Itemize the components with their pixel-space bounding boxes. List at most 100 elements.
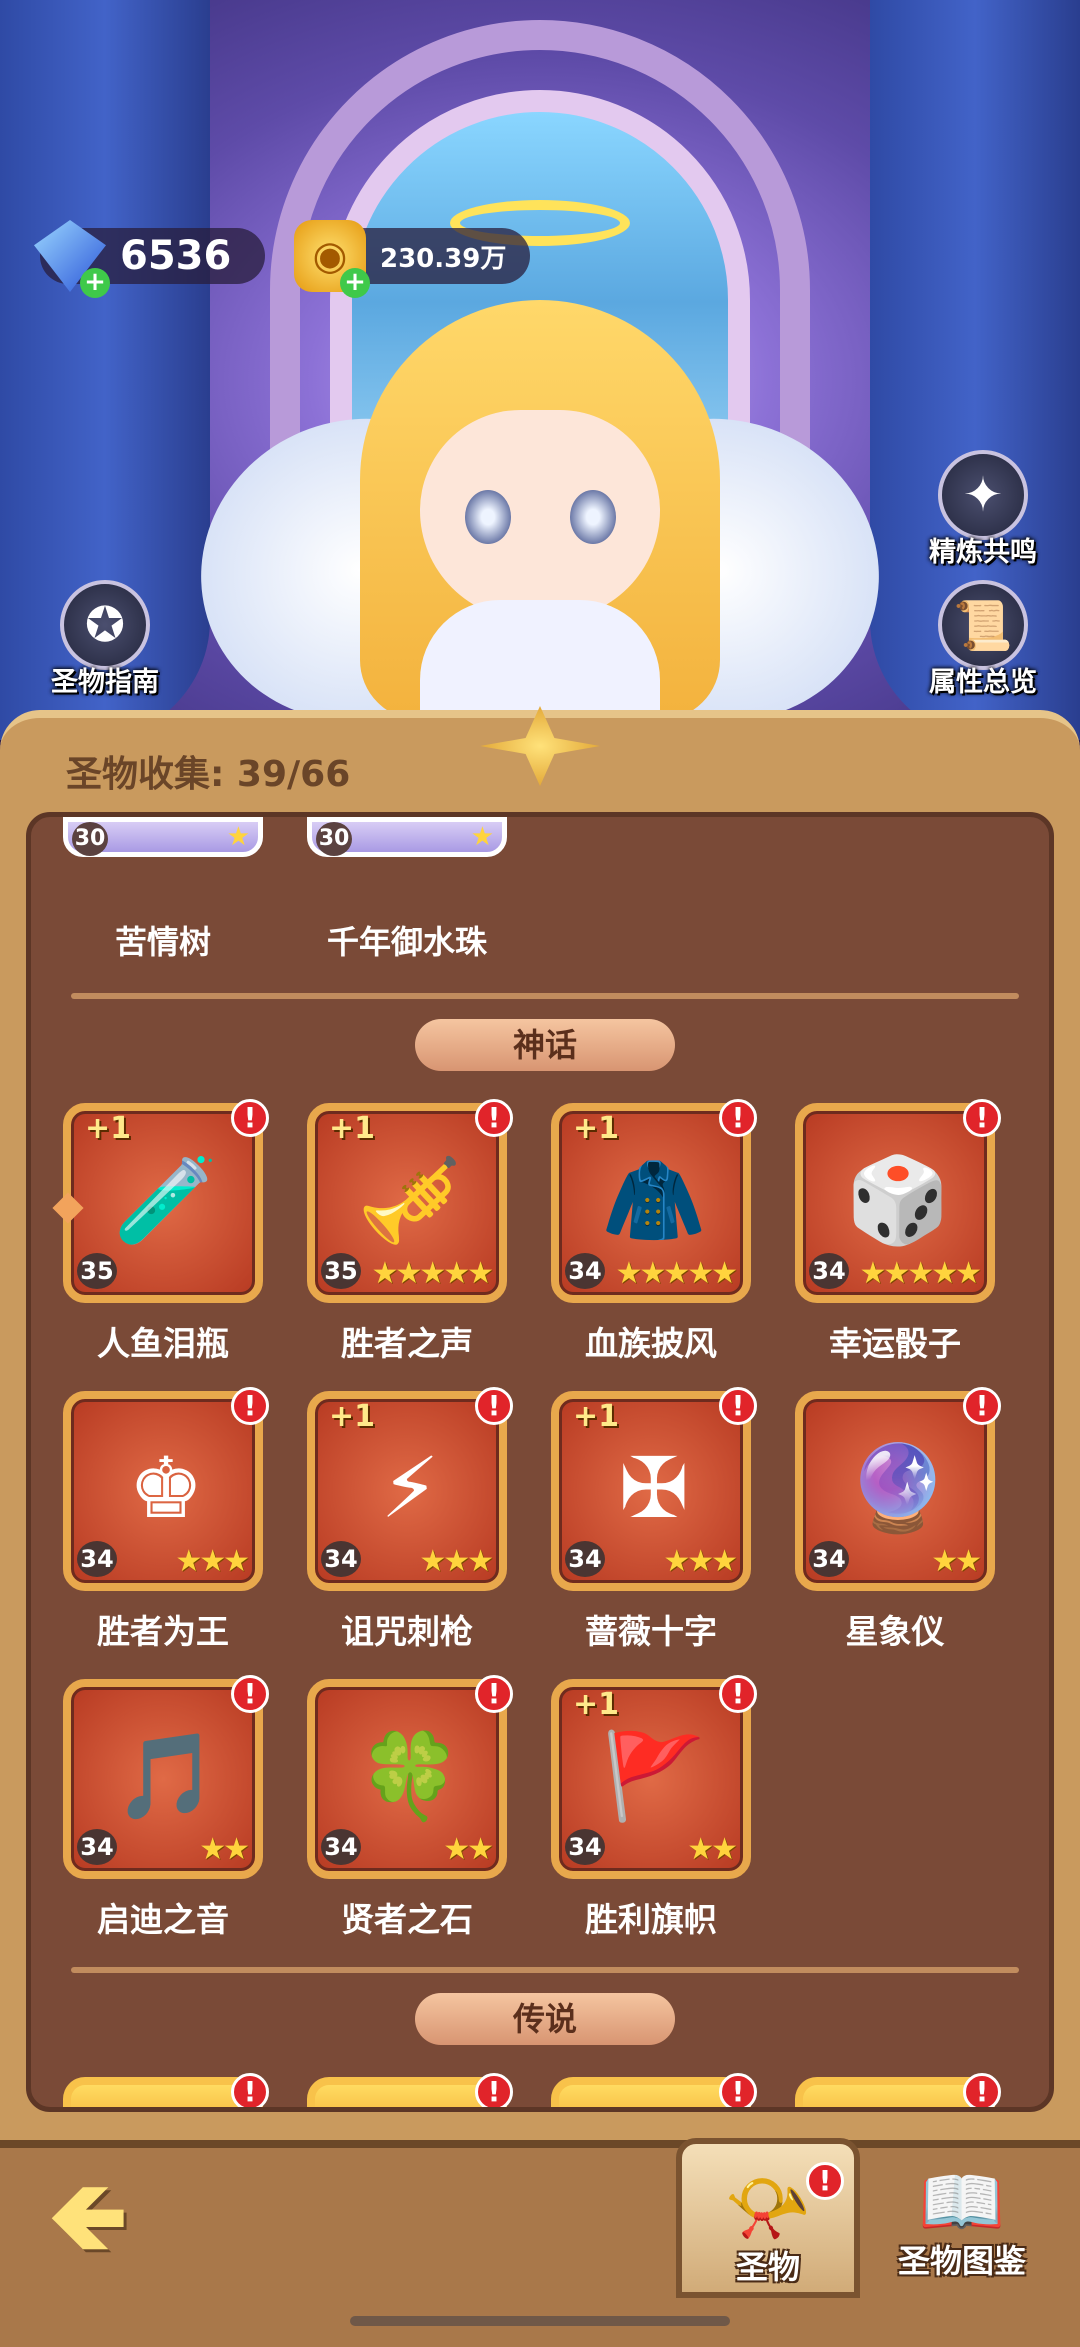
alert-icon: ! bbox=[719, 1099, 757, 1137]
relic-name: 贤者之石 bbox=[341, 1900, 473, 1939]
level-badge: 35 bbox=[321, 1253, 361, 1289]
star-rating: ★★★ bbox=[663, 1544, 738, 1579]
relic-name: 蔷薇十字 bbox=[585, 1612, 717, 1651]
compass-star-icon: ✦ bbox=[938, 450, 1028, 540]
gold-amount: 230.39万 bbox=[380, 243, 507, 274]
relic-card[interactable]: 🎵 ! 34 ★★ bbox=[63, 1675, 269, 1879]
level-badge: 30 bbox=[316, 822, 352, 856]
back-arrow-icon[interactable]: 🡸 bbox=[28, 2160, 148, 2278]
relic-guide-button[interactable]: ✪ 圣物指南 bbox=[30, 580, 180, 699]
level-badge: 34 bbox=[809, 1253, 849, 1289]
level-badge: 34 bbox=[565, 1253, 605, 1289]
star-icon: ★ bbox=[470, 822, 494, 852]
tab-relic-label: 圣物 bbox=[735, 2248, 800, 2286]
bonus-badge: +1 bbox=[85, 1111, 132, 1146]
relic-name: 胜者之声 bbox=[341, 1324, 473, 1363]
alert-icon: ! bbox=[475, 1099, 513, 1137]
relic-card[interactable]: 🎲 ! 34 ★★★★★ bbox=[795, 1099, 1001, 1303]
relic-name: 诅咒刺枪 bbox=[341, 1612, 473, 1651]
relic-card[interactable]: ♚ ! 34 ★★★ bbox=[63, 1387, 269, 1591]
add-gold-icon[interactable]: + bbox=[340, 268, 370, 298]
relic-card-legend[interactable]: ! bbox=[63, 2073, 269, 2107]
level-badge: 34 bbox=[565, 1829, 605, 1865]
tab-relic[interactable]: 📯 圣物 ! bbox=[676, 2138, 860, 2298]
alert-icon: ! bbox=[231, 1675, 269, 1713]
orrery-icon: 🔮 bbox=[845, 1438, 951, 1537]
relic-card[interactable]: ✠ +1 ! 34 ★★★ bbox=[551, 1387, 757, 1591]
relic-card[interactable]: 🧥 +1 ! 34 ★★★★★ bbox=[551, 1099, 757, 1303]
relic-card[interactable]: ⚡ +1 ! 34 ★★★ bbox=[307, 1387, 513, 1591]
relic-card-top-1[interactable]: 30 ★ bbox=[63, 817, 263, 857]
relic-name: 星象仪 bbox=[845, 1612, 945, 1651]
relic-name: 血族披风 bbox=[585, 1324, 717, 1363]
star-rating: ★★★★★ bbox=[859, 1256, 982, 1291]
alert-icon: ! bbox=[231, 1387, 269, 1425]
section-divider bbox=[71, 993, 1019, 999]
relic-name: 苦情树 bbox=[114, 923, 211, 961]
alert-icon: ! bbox=[963, 2073, 1001, 2107]
alert-icon: ! bbox=[475, 1387, 513, 1425]
tab-codex-label: 圣物图鉴 bbox=[897, 2242, 1026, 2280]
relic-card[interactable]: 🍀 ! 34 ★★ bbox=[307, 1675, 513, 1879]
alert-icon: ! bbox=[231, 1099, 269, 1137]
character-eye-left bbox=[465, 490, 511, 544]
level-badge: 34 bbox=[321, 1541, 361, 1577]
relic-list[interactable]: 30 ★ 30 ★ 苦情树 千年御水珠 神话 🧪 +1 ! 35 🎺 +1 ! … bbox=[26, 812, 1054, 2112]
potion-icon: 🧪 bbox=[113, 1150, 219, 1249]
relic-card[interactable]: 🧪 +1 ! 35 bbox=[52, 1099, 269, 1303]
attribute-overview-label: 属性总览 bbox=[929, 667, 1037, 698]
level-badge: 34 bbox=[77, 1541, 117, 1577]
banner-icon: 🚩 bbox=[601, 1726, 707, 1825]
relic-card[interactable]: 🔮 ! 34 ★★ bbox=[795, 1387, 1001, 1591]
bonus-badge: +1 bbox=[329, 1399, 376, 1434]
bonus-badge: +1 bbox=[329, 1111, 376, 1146]
character-eye-right bbox=[570, 490, 616, 544]
spear-icon: ⚡ bbox=[380, 1439, 440, 1537]
relic-guide-label: 圣物指南 bbox=[51, 667, 159, 698]
harp-icon: 🎵 bbox=[113, 1726, 219, 1825]
relic-card-legend[interactable]: ! bbox=[307, 2073, 513, 2107]
relic-card-top-2[interactable]: 30 ★ bbox=[307, 817, 507, 857]
alert-icon: ! bbox=[475, 2073, 513, 2107]
bonus-badge: +1 bbox=[573, 1399, 620, 1434]
cloak-icon: 🧥 bbox=[601, 1150, 707, 1249]
star-rating: ★★ bbox=[199, 1832, 250, 1867]
add-gem-icon[interactable]: + bbox=[80, 268, 110, 298]
relic-card-legend[interactable]: ! bbox=[551, 2073, 757, 2107]
level-badge: 34 bbox=[565, 1541, 605, 1577]
star-rating: ★★ bbox=[443, 1832, 494, 1867]
relic-card-legend[interactable]: ! bbox=[795, 2073, 1001, 2107]
guide-icon: ✪ bbox=[60, 580, 150, 670]
relic-card[interactable]: 🚩 +1 ! 34 ★★ bbox=[551, 1675, 757, 1879]
alert-icon: ! bbox=[806, 2162, 844, 2200]
gem-counter[interactable]: + 6536 bbox=[34, 220, 265, 298]
bonus-badge: +1 bbox=[573, 1687, 620, 1722]
relic-name: 人鱼泪瓶 bbox=[97, 1324, 229, 1363]
character-face bbox=[420, 410, 660, 620]
star-rating: ★★★★★ bbox=[371, 1256, 494, 1291]
refine-resonance-button[interactable]: ✦ 精炼共鸣 bbox=[908, 450, 1058, 569]
mythic-section-label: 神话 bbox=[415, 1019, 675, 1071]
chess-king-icon: ♚ bbox=[128, 1439, 204, 1537]
relic-name: 幸运骰子 bbox=[829, 1324, 961, 1363]
stone-icon: 🍀 bbox=[357, 1726, 463, 1825]
legend-section-label: 传说 bbox=[415, 1993, 675, 2045]
gold-counter[interactable]: ◉ + 230.39万 bbox=[294, 220, 530, 298]
star-rating: ★★ bbox=[687, 1832, 738, 1867]
flute-icon: 🎺 bbox=[357, 1150, 463, 1249]
attribute-overview-button[interactable]: 📜 属性总览 bbox=[908, 580, 1058, 699]
alert-icon: ! bbox=[719, 1387, 757, 1425]
star-icon: ★ bbox=[226, 822, 250, 852]
bonus-badge: +1 bbox=[573, 1111, 620, 1146]
relic-card[interactable]: 🎺 +1 ! 35 ★★★★★ bbox=[307, 1099, 513, 1303]
alert-icon: ! bbox=[719, 2073, 757, 2107]
tab-codex[interactable]: 📖 圣物图鉴 bbox=[870, 2138, 1054, 2298]
star-rating: ★★ bbox=[931, 1544, 982, 1579]
collection-count: 圣物收集: 39/66 bbox=[66, 754, 351, 795]
alert-icon: ! bbox=[719, 1675, 757, 1713]
rose-cross-icon: ✠ bbox=[618, 1439, 690, 1537]
section-divider bbox=[71, 1967, 1019, 1973]
relic-name: 启迪之音 bbox=[97, 1900, 229, 1939]
alert-icon: ! bbox=[963, 1387, 1001, 1425]
home-indicator[interactable] bbox=[350, 2316, 730, 2326]
